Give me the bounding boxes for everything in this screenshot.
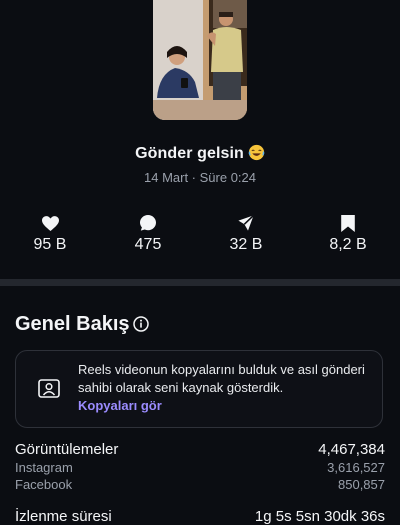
facebook-views-row: Facebook 850,857 <box>15 477 385 494</box>
saves-stat[interactable]: 8,2 B <box>308 212 388 254</box>
see-copies-link[interactable]: Kopyaları gör <box>78 398 162 413</box>
share-icon <box>238 215 254 231</box>
card-message: Reels videonun kopyalarını bulduk ve ası… <box>78 362 365 395</box>
reel-thumbnail[interactable] <box>153 0 247 120</box>
views-label: Görüntülemeler <box>15 441 119 458</box>
info-icon[interactable] <box>133 316 149 332</box>
caption-emoji <box>248 144 265 166</box>
overview-title: Genel Bakış <box>15 313 130 335</box>
shares-count: 32 B <box>229 236 263 253</box>
watch-time-label: İzlenme süresi <box>15 508 112 525</box>
views-value: 4,467,384 <box>318 441 385 458</box>
watch-time-value: 1g 5s 5sn 30dk 36s <box>254 508 385 525</box>
comments-stat[interactable]: 475 <box>108 212 188 254</box>
comments-count: 475 <box>134 236 162 253</box>
instagram-value: 3,616,527 <box>327 460 385 475</box>
thumbnail-image <box>153 0 247 120</box>
facebook-value: 850,857 <box>338 477 385 492</box>
views-row: Görüntülemeler 4,467,384 <box>15 441 385 461</box>
heart-icon <box>41 215 59 231</box>
shares-stat[interactable]: 32 B <box>206 212 286 254</box>
original-creator-card: Reels videonun kopyalarını bulduk ve ası… <box>15 350 383 428</box>
section-divider <box>0 279 400 286</box>
caption-text: Gönder gelsin <box>135 145 244 162</box>
facebook-label: Facebook <box>15 477 73 492</box>
engagement-stats: 95 B 475 32 B 8,2 B <box>0 212 400 262</box>
comment-icon <box>140 215 156 231</box>
bookmark-icon <box>341 214 355 232</box>
likes-stat[interactable]: 95 B <box>10 212 90 254</box>
post-meta: 14 Mart · Süre 0:24 <box>144 170 256 185</box>
original-creator-icon <box>38 378 60 400</box>
instagram-views-row: Instagram 3,616,527 <box>15 460 385 477</box>
saves-count: 8,2 B <box>329 236 367 253</box>
post-caption: Gönder gelsin <box>0 144 400 166</box>
instagram-label: Instagram <box>15 460 73 475</box>
likes-count: 95 B <box>33 236 67 253</box>
laughing-emoji-icon <box>248 144 265 161</box>
